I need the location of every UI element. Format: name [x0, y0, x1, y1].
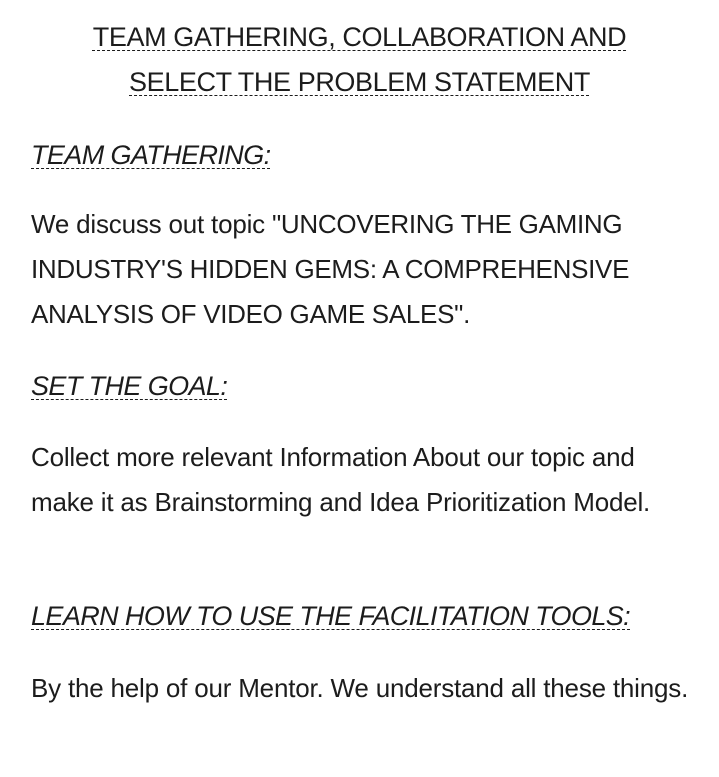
- title-line-1-text: TEAM GATHERING, COLLABORATION AND: [92, 22, 627, 52]
- section-text-team-gathering: We discuss out topic "UNCOVERING THE GAM…: [31, 202, 701, 337]
- heading-set-the-goal-text: SET THE GOAL:: [31, 371, 228, 401]
- document: TEAM GATHERING, COLLABORATION AND SELECT…: [0, 0, 719, 777]
- heading-team-gathering-text: TEAM GATHERING:: [31, 140, 271, 170]
- document-title-line-1: TEAM GATHERING, COLLABORATION AND: [0, 20, 719, 54]
- section-heading-facilitation-tools: LEARN HOW TO USE THE FACILITATION TOOLS:: [31, 599, 631, 633]
- title-line-2-text: SELECT THE PROBLEM STATEMENT: [129, 67, 590, 97]
- section-text-set-the-goal: Collect more relevant Information About …: [31, 442, 651, 517]
- document-title-line-2: SELECT THE PROBLEM STATEMENT: [0, 65, 719, 99]
- section-heading-team-gathering: TEAM GATHERING:: [31, 138, 271, 172]
- heading-facilitation-tools-text: LEARN HOW TO USE THE FACILITATION TOOLS:: [31, 601, 631, 631]
- section-heading-set-the-goal: SET THE GOAL:: [31, 369, 228, 403]
- section-text-facilitation-tools: By the help of our Mentor. We understand…: [31, 673, 689, 703]
- topic-intro-text: We discuss out topic: [31, 209, 272, 239]
